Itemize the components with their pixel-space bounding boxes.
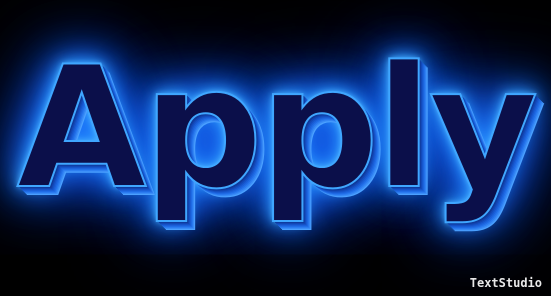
neon-logo-text: Apply (16, 30, 540, 226)
watermark-text: TextStudio (469, 276, 542, 290)
canvas: Apply TextStudio (0, 0, 551, 296)
